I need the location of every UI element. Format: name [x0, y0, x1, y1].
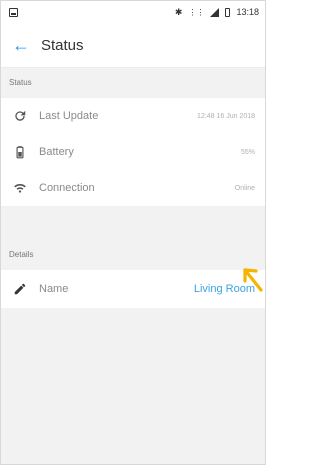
status-list: Last Update 12:48 16 Jun 2018 Battery 55… — [1, 98, 265, 206]
name-label: Name — [39, 283, 69, 295]
last-update-value: 12:48 16 Jun 2018 — [197, 112, 255, 120]
battery-label: Battery — [39, 146, 74, 158]
connection-label: Connection — [39, 182, 95, 194]
vibrate-icon: ⋮⋮ — [188, 7, 205, 17]
details-list: Name Living Room — [1, 270, 265, 308]
wifi-icon — [1, 181, 39, 195]
list-item-name[interactable]: Name Living Room — [1, 270, 265, 308]
back-arrow-icon[interactable]: ← — [1, 23, 41, 67]
system-status-bar: ✱ ⋮⋮ 13:18 — [1, 1, 265, 23]
gallery-notification-icon — [9, 7, 18, 17]
page-title: Status — [41, 36, 84, 54]
battery-status-icon — [225, 7, 231, 17]
clock: 13:18 — [236, 7, 259, 17]
app-bar: ← Status — [1, 23, 265, 68]
section-header-details: Details — [9, 250, 34, 259]
list-item-connection[interactable]: Connection Online — [1, 170, 265, 206]
refresh-icon — [1, 109, 39, 123]
connection-value: Online — [234, 184, 255, 192]
battery-icon — [1, 145, 39, 159]
phone-screen: ✱ ⋮⋮ 13:18 ← Status Status Last Update 1… — [0, 0, 266, 465]
section-header-status: Status — [9, 78, 32, 87]
last-update-label: Last Update — [39, 110, 99, 122]
list-item-last-update[interactable]: Last Update 12:48 16 Jun 2018 — [1, 98, 265, 134]
list-item-battery[interactable]: Battery 55% — [1, 134, 265, 170]
pencil-icon — [1, 282, 39, 296]
battery-value: 55% — [240, 148, 255, 156]
annotation-arrow-icon — [243, 268, 263, 292]
bluetooth-icon: ✱ — [174, 6, 183, 17]
signal-icon — [210, 7, 220, 17]
